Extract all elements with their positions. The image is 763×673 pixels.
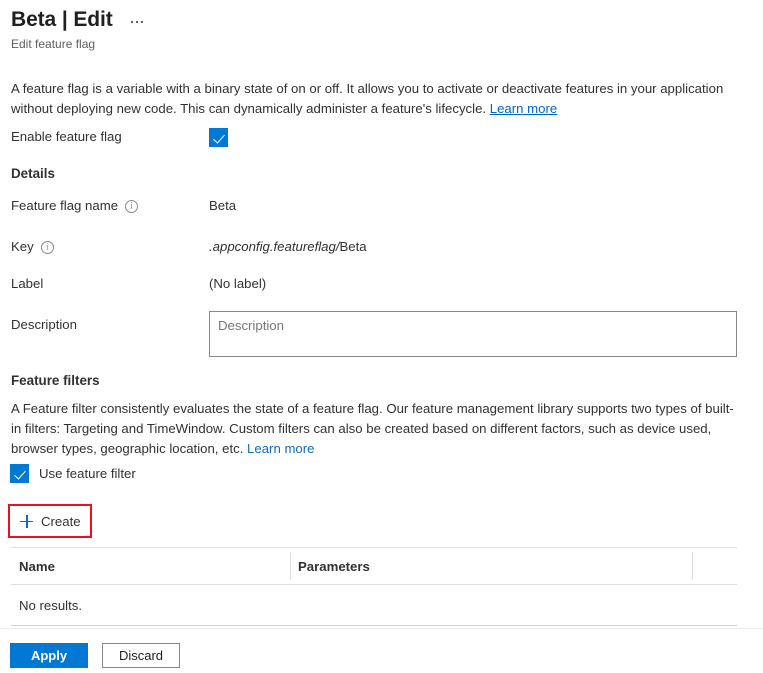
plus-icon: [20, 514, 33, 528]
use-feature-filter-label: Use feature filter: [39, 466, 136, 481]
feature-flag-name-label: Feature flag name i: [11, 197, 209, 215]
enable-feature-flag-row: Enable feature flag: [11, 128, 751, 147]
column-divider: [290, 552, 291, 580]
key-label-text: Key: [11, 239, 34, 254]
page-header: Beta | Edit Edit feature flag: [0, 0, 763, 52]
learn-more-link[interactable]: Learn more: [490, 101, 557, 116]
use-feature-filter-row: Use feature filter: [10, 464, 136, 483]
details-heading: Details: [11, 166, 55, 181]
ellipsis-dot: [130, 21, 133, 23]
description-label: Description: [11, 317, 77, 332]
description-input[interactable]: [209, 311, 737, 357]
footer-actions: Apply Discard: [10, 643, 180, 668]
label-row: Label (No label): [11, 275, 751, 293]
use-feature-filter-checkbox[interactable]: [10, 464, 29, 483]
intro-text: A feature flag is a variable with a bina…: [11, 81, 724, 116]
table-header-row: Name Parameters: [11, 548, 737, 585]
feature-flag-name-label-text: Feature flag name: [11, 198, 119, 213]
title-row: Beta | Edit: [11, 6, 763, 34]
footer-divider: [0, 628, 763, 629]
filters-table: Name Parameters No results.: [11, 547, 737, 626]
create-button-highlight: Create: [8, 504, 92, 538]
feature-filters-heading: Feature filters: [11, 373, 100, 388]
ellipsis-dot: [140, 21, 143, 23]
column-header-parameters[interactable]: Parameters: [290, 559, 692, 574]
create-button-label: Create: [41, 513, 81, 529]
enable-feature-flag-label: Enable feature flag: [11, 129, 122, 144]
label-label: Label: [11, 276, 44, 291]
more-options-icon[interactable]: [127, 15, 147, 25]
info-icon[interactable]: i: [40, 240, 54, 254]
key-value-prefix: .appconfig.featureflag/: [209, 239, 340, 254]
feature-filters-description-text: A Feature filter consistently evaluates …: [11, 401, 734, 456]
no-results-text: No results.: [19, 597, 83, 613]
key-row: Key i .appconfig.featureflag/Beta: [11, 238, 751, 256]
key-value: .appconfig.featureflag/Beta: [209, 238, 367, 256]
ellipsis-dot: [135, 21, 138, 23]
page-title: Beta | Edit: [11, 8, 113, 31]
create-button[interactable]: Create: [13, 509, 87, 533]
feature-filters-learn-more-link[interactable]: Learn more: [247, 441, 314, 456]
enable-feature-flag-checkbox[interactable]: [209, 128, 228, 147]
apply-button[interactable]: Apply: [10, 643, 88, 668]
feature-flag-name-row: Feature flag name i Beta: [11, 197, 751, 215]
discard-button[interactable]: Discard: [102, 643, 180, 668]
column-header-name[interactable]: Name: [11, 559, 290, 574]
page-subtitle: Edit feature flag: [11, 37, 96, 51]
key-label: Key i: [11, 238, 209, 256]
intro-paragraph: A feature flag is a variable with a bina…: [11, 79, 737, 119]
key-value-suffix: Beta: [339, 239, 367, 254]
label-value: (No label): [209, 276, 267, 291]
column-divider: [692, 552, 693, 580]
table-empty-row: No results.: [11, 585, 737, 626]
info-icon[interactable]: i: [125, 199, 139, 213]
feature-filters-description: A Feature filter consistently evaluates …: [11, 399, 737, 459]
feature-flag-name-value: Beta: [209, 198, 237, 213]
